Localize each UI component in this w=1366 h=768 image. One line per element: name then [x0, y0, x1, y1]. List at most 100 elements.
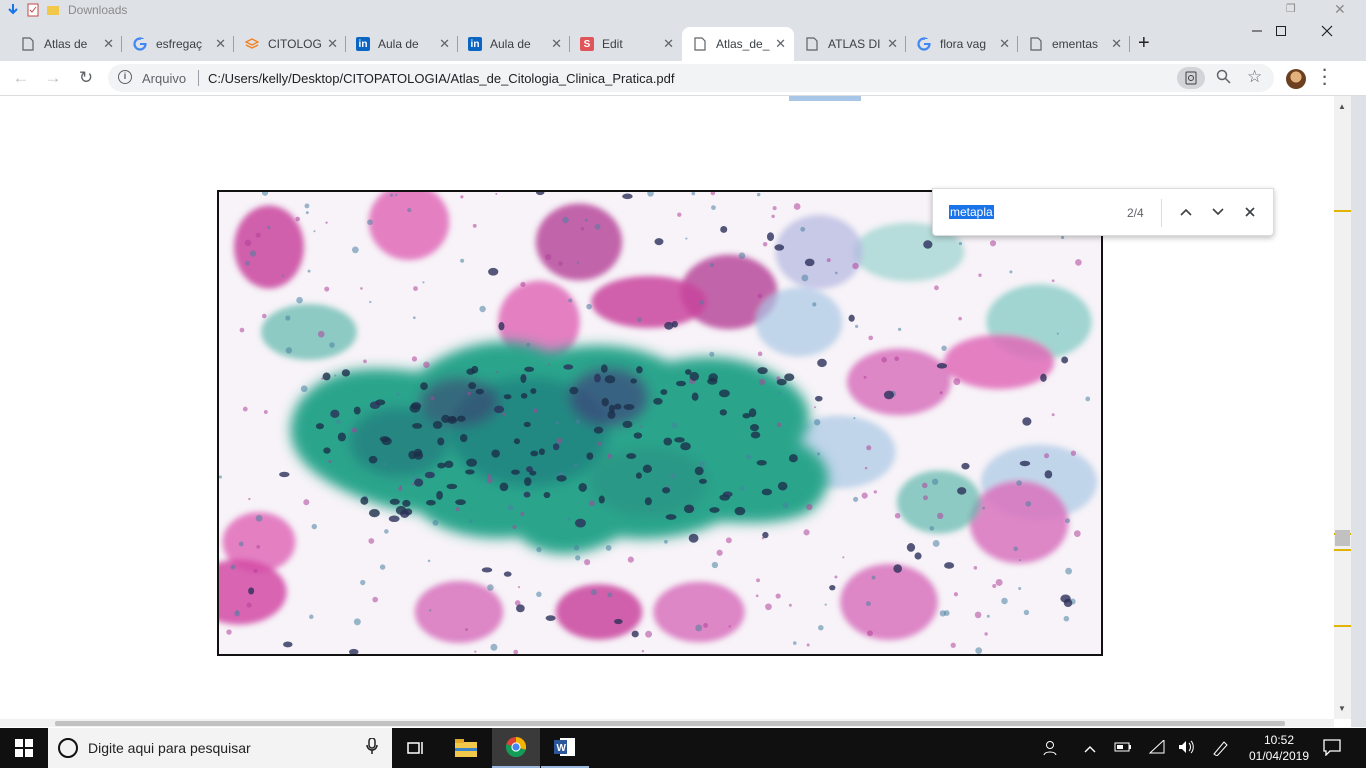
microphone-icon[interactable] — [366, 737, 378, 757]
tab-title: CITOLOG — [268, 37, 322, 51]
menu-dots-icon[interactable]: · · · — [1322, 63, 1328, 93]
browser-tab[interactable]: in Aula de ✕ — [346, 27, 458, 61]
zoom-icon[interactable] — [1216, 69, 1231, 88]
maximize-icon — [1276, 25, 1286, 36]
reload-button[interactable]: ↻ — [74, 66, 98, 90]
tab-close-icon[interactable]: ✕ — [439, 36, 450, 52]
find-separator — [1161, 199, 1162, 227]
checklist-icon — [27, 3, 39, 17]
find-input[interactable]: metapla — [949, 205, 994, 219]
plus-icon: + — [1138, 32, 1150, 54]
document-icon — [692, 36, 708, 52]
horizontal-scroll-thumb[interactable] — [55, 721, 1285, 726]
tab-title: Aula de — [490, 37, 531, 51]
tab-close-icon[interactable]: ✕ — [1111, 36, 1122, 52]
close-icon — [1321, 25, 1333, 36]
google-icon — [916, 36, 932, 52]
task-view-button[interactable] — [392, 728, 440, 768]
clock-time: 10:52 — [1263, 733, 1295, 747]
explorer-quick-access: Downloads — [0, 0, 200, 20]
stack-icon — [244, 36, 260, 52]
find-previous-button[interactable] — [1175, 201, 1197, 223]
tab-title: ATLAS DI — [828, 37, 881, 51]
bookmark-star-icon[interactable]: ☆ — [1247, 67, 1262, 87]
tab-title: Aula de — [378, 37, 419, 51]
task-view-icon — [407, 742, 423, 754]
match-marker — [1334, 625, 1351, 627]
system-clock[interactable]: 10:52 01/04/2019 — [1248, 732, 1310, 764]
browser-tab[interactable]: Atlas_de_ ✕ — [682, 27, 794, 61]
tab-strip: Downloads ❐ ✕ Atlas de ✕ esfregaç ✕ CITOLOG ✕… — [0, 0, 1366, 61]
close-window-button[interactable] — [1304, 0, 1350, 61]
tab-close-icon[interactable]: ✕ — [999, 36, 1010, 52]
find-page-icon — [1185, 71, 1197, 85]
scroll-up-icon[interactable]: ▲ — [1338, 102, 1346, 111]
browser-tab[interactable]: in Aula de ✕ — [458, 27, 570, 61]
find-bar: metapla 2/4 — [932, 188, 1274, 236]
tab-close-icon[interactable]: ✕ — [887, 36, 898, 52]
tab-title: esfregaç — [156, 37, 203, 51]
tab-close-icon[interactable]: ✕ — [327, 36, 338, 52]
search-placeholder: Digite aqui para pesquisar — [88, 740, 251, 756]
find-in-page-button[interactable] — [1177, 67, 1205, 89]
word-app[interactable]: W — [541, 728, 589, 768]
browser-tab[interactable]: ATLAS DI ✕ — [794, 27, 906, 61]
tab-close-icon[interactable]: ✕ — [663, 36, 674, 52]
scroll-down-icon[interactable]: ▼ — [1338, 704, 1346, 713]
browser-tab[interactable]: S Edit ✕ — [570, 27, 682, 61]
tab-title: ementas — [1052, 37, 1099, 51]
browser-tab[interactable]: flora vag ✕ — [906, 27, 1018, 61]
back-button[interactable]: ← — [9, 66, 33, 90]
linkedin-icon: in — [356, 37, 370, 51]
people-icon[interactable] — [1042, 740, 1058, 759]
taskbar-search[interactable]: Digite aqui para pesquisar — [48, 728, 392, 768]
clock-date: 01/04/2019 — [1248, 749, 1310, 763]
start-button[interactable] — [0, 728, 48, 768]
file-explorer-app[interactable] — [442, 728, 490, 768]
search-match-highlight — [789, 96, 861, 101]
find-close-button[interactable] — [1239, 201, 1261, 223]
pdf-viewer: metapla 2/4 — [0, 96, 1366, 727]
volume-icon[interactable] — [1178, 740, 1196, 757]
address-bar[interactable]: i Arquivo C:/Users/kelly/Desktop/CITOPAT… — [108, 64, 1274, 92]
forward-button[interactable]: → — [41, 66, 65, 90]
pen-workspace-icon[interactable] — [1212, 740, 1230, 759]
tab-title: Atlas_de_ — [716, 37, 770, 51]
maximize-button[interactable] — [1258, 0, 1304, 61]
profile-avatar[interactable] — [1286, 69, 1306, 89]
action-center-button[interactable] — [1322, 738, 1342, 759]
vertical-scroll-thumb[interactable] — [1335, 530, 1350, 546]
folder-icon — [47, 6, 59, 15]
match-marker — [1334, 210, 1351, 212]
tab-close-icon[interactable]: ✕ — [215, 36, 226, 52]
document-icon — [20, 36, 36, 52]
browser-tab[interactable]: Atlas de ✕ — [10, 27, 122, 61]
tab-close-icon[interactable]: ✕ — [103, 36, 114, 52]
wifi-icon[interactable] — [1148, 738, 1166, 757]
tab-title: Edit — [602, 37, 623, 51]
tab-close-icon[interactable]: ✕ — [775, 36, 786, 52]
info-icon[interactable]: i — [118, 70, 132, 84]
url-text[interactable]: C:/Users/kelly/Desktop/CITOPATOLOGIA/Atl… — [208, 71, 675, 86]
omnibox-separator — [198, 70, 199, 86]
show-hidden-icons-icon[interactable] — [1084, 740, 1096, 756]
battery-icon[interactable] — [1114, 740, 1132, 756]
browser-tab[interactable]: CITOLOG ✕ — [234, 27, 346, 61]
window-edge — [1351, 96, 1366, 727]
document-icon — [1028, 36, 1044, 52]
chevron-up-icon — [1180, 208, 1192, 216]
tab-close-icon[interactable]: ✕ — [551, 36, 562, 52]
tab-separator — [1129, 36, 1130, 52]
new-tab-button[interactable]: + — [1138, 32, 1150, 55]
browser-tab[interactable]: ementas ✕ — [1018, 27, 1130, 61]
chrome-app[interactable] — [492, 728, 540, 768]
download-arrow-icon — [8, 4, 18, 15]
google-icon — [132, 36, 148, 52]
document-icon — [804, 36, 820, 52]
arrow-left-icon: ← — [12, 68, 30, 87]
close-icon — [1245, 207, 1255, 217]
browser-tab[interactable]: esfregaç ✕ — [122, 27, 234, 61]
linkedin-icon: in — [468, 37, 482, 51]
find-next-button[interactable] — [1207, 201, 1229, 223]
site-security-label: Arquivo — [142, 71, 187, 86]
